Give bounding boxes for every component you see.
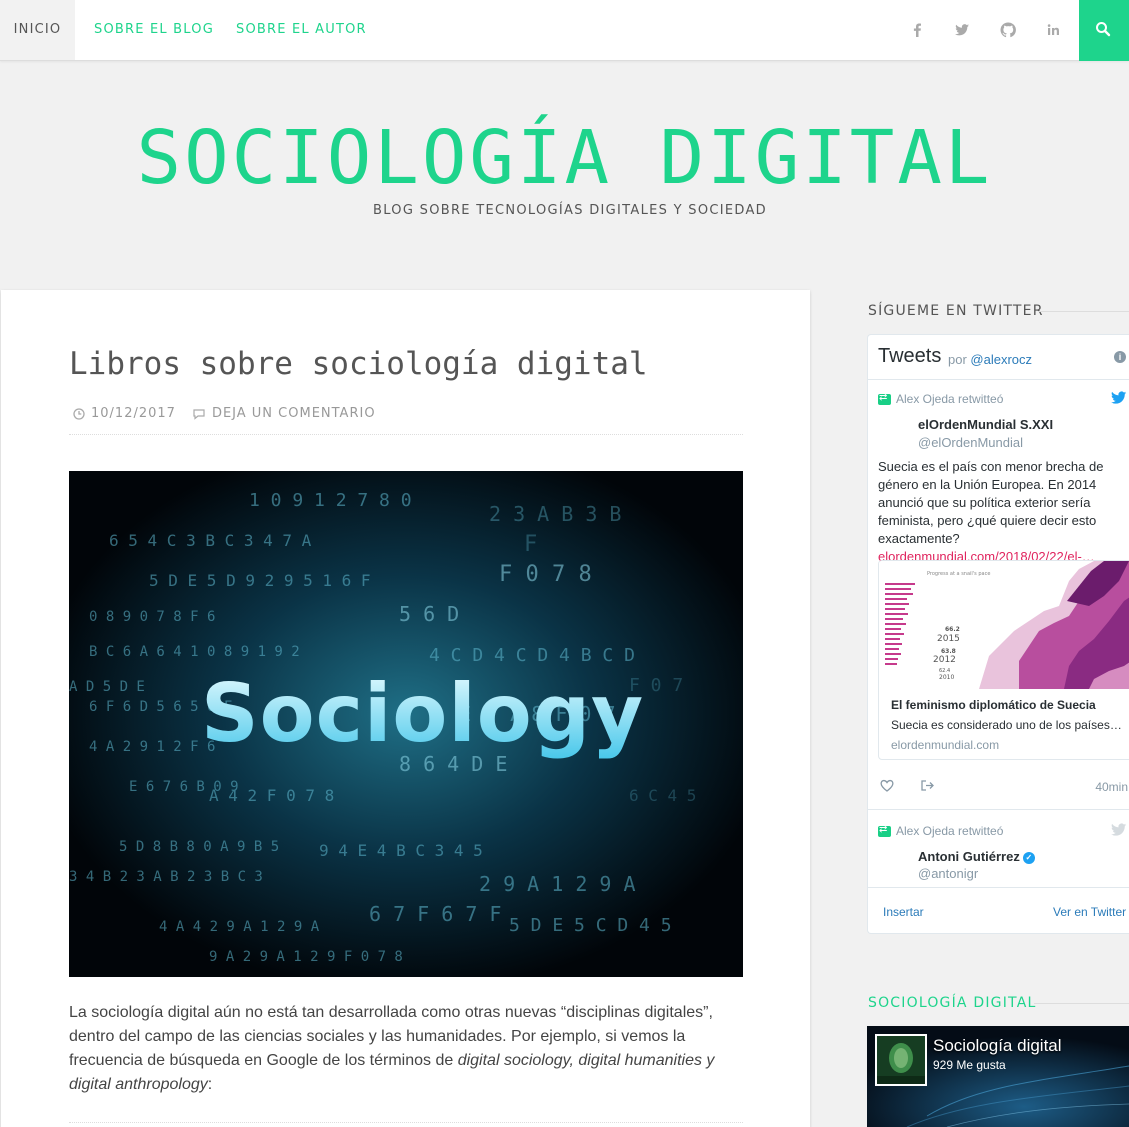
svg-text:2012: 2012: [933, 655, 956, 665]
tweets-heading: Tweets: [878, 345, 942, 367]
tweet-author-name[interactable]: elOrdenMundial S.XXI: [918, 417, 1053, 432]
svg-text:5 D E 5 C D 4 5: 5 D E 5 C D 4 5: [509, 915, 672, 936]
top-navigation: INICIO SOBRE EL BLOG SOBRE EL AUTOR: [0, 0, 1129, 61]
twitter-bird-icon[interactable]: [1111, 823, 1127, 837]
svg-text:F 0 7 8: F 0 7 8: [499, 562, 592, 587]
verified-badge-icon: ✓: [1022, 852, 1035, 864]
svg-text:5 6 D: 5 6 D: [399, 602, 459, 626]
svg-text:A D 5 D E: A D 5 D E: [69, 679, 145, 695]
tweets-by: por @alexrocz: [948, 352, 1033, 367]
nav-item-sobre-el-blog[interactable]: SOBRE EL BLOG: [78, 0, 230, 60]
svg-text:9 4 E 4 B C 3 4 5: 9 4 E 4 B C 3 4 5: [319, 841, 483, 860]
site-tagline: BLOG SOBRE TECNOLOGÍAS DIGITALES Y SOCIE…: [373, 203, 767, 218]
svg-text:2 3 A B 3 B: 2 3 A B 3 B: [489, 502, 621, 526]
post-title[interactable]: Libros sobre sociología digital: [69, 346, 648, 382]
svg-text:1 0 9 1 2 7 8 0: 1 0 9 1 2 7 8 0: [249, 490, 412, 511]
like-heart-icon[interactable]: [880, 779, 894, 792]
card-image: Progress at a snail's pace 66.2 2015 63.…: [879, 561, 1129, 689]
svg-text:5 D E 5 D 9 2 9 5 1 6 F: 5 D E 5 D 9 2 9 5 1 6 F: [149, 571, 371, 590]
tweet-timestamp[interactable]: 40min: [1095, 780, 1128, 794]
card-domain: elordenmundial.com: [891, 738, 1000, 752]
tweets-account-link[interactable]: @alexrocz: [970, 352, 1032, 367]
tweet-text: Suecia es el país con menor brecha de gé…: [878, 459, 1104, 564]
svg-text:4 A 4 2 9 A 1 2 9 A: 4 A 4 2 9 A 1 2 9 A: [159, 919, 320, 935]
tweet-author-name[interactable]: Antoni Gutiérrez ✓: [918, 849, 1035, 864]
view-on-twitter-link[interactable]: Ver en Twitter: [1053, 905, 1126, 919]
info-icon[interactable]: i: [1114, 351, 1126, 363]
card-title: El feminismo diplomático de Suecia: [891, 698, 1096, 712]
post-featured-image: 1 0 9 1 2 7 8 0 2 3 A B 3 B 6 5 4 C 3 B …: [69, 471, 743, 977]
post-article: Libros sobre sociología digital 10/12/20…: [1, 290, 810, 1127]
facebook-icon[interactable]: [905, 18, 929, 42]
svg-text:6 5 4 C 3 B C 3 4 7 A: 6 5 4 C 3 B C 3 4 7 A: [109, 531, 312, 550]
divider: [69, 1122, 743, 1123]
svg-text:2010: 2010: [939, 674, 954, 681]
comment-icon: [193, 408, 205, 420]
divider: [1034, 1003, 1129, 1004]
svg-text:2015: 2015: [937, 634, 960, 644]
svg-text:0 8 9 0 7 8 F 6: 0 8 9 0 7 8 F 6: [89, 609, 215, 625]
svg-text:63.8: 63.8: [941, 648, 956, 655]
facebook-widget-title: SOCIOLOGÍA DIGITAL: [868, 995, 1037, 1011]
github-icon[interactable]: [996, 18, 1020, 42]
post-body: La sociología digital aún no está tan de…: [69, 1004, 715, 1093]
svg-text:Progress at a snail's pace: Progress at a snail's pace: [927, 571, 990, 577]
twitter-icon[interactable]: [950, 18, 974, 42]
divider: [868, 887, 1129, 888]
twitter-timeline-header: Tweets por @alexrocz i: [868, 335, 1129, 380]
svg-text:B C 6 A 6 4 1 0 8 9 1 9 2: B C 6 A 6 4 1 0 8 9 1 9 2: [89, 644, 300, 660]
svg-text:6 7 F 6 7 F: 6 7 F 6 7 F: [369, 902, 501, 926]
svg-text:4 C D 4 C D 4 B C D: 4 C D 4 C D 4 B C D: [429, 645, 635, 666]
facebook-page-name[interactable]: Sociología digital: [933, 1036, 1062, 1056]
divider: [69, 434, 743, 435]
retweet-icon: [878, 824, 891, 837]
tweet-link-card[interactable]: Progress at a snail's pace 66.2 2015 63.…: [878, 560, 1129, 760]
embed-link[interactable]: Insertar: [883, 905, 924, 919]
retweet-label: Alex Ojeda retwitteó: [878, 392, 1003, 406]
post-comments-link[interactable]: DEJA UN COMENTARIO: [212, 406, 376, 421]
site-title[interactable]: SOCIOLOGÍA DIGITAL: [0, 115, 1129, 201]
svg-text:9 A 2 9 A 1 2 9 F 0 7 8: 9 A 2 9 A 1 2 9 F 0 7 8: [209, 949, 403, 965]
retweet-label: Alex Ojeda retwitteó: [878, 824, 1003, 838]
svg-text:6 C 4 5: 6 C 4 5: [629, 786, 696, 805]
retweet-icon: [878, 392, 891, 405]
post-date[interactable]: 10/12/2017: [91, 406, 176, 421]
tweet-actions: 40min: [878, 777, 1128, 797]
image-word: Sociology: [201, 667, 644, 760]
twitter-timeline[interactable]: Tweets por @alexrocz i Alex Ojeda retwit…: [867, 334, 1129, 934]
svg-text:4 A 2 9 1 2 F 6: 4 A 2 9 1 2 F 6: [89, 739, 215, 755]
card-description: Suecia es considerado uno de los países…: [891, 718, 1122, 732]
tweet-author-handle[interactable]: @antonigr: [918, 866, 978, 881]
clock-icon: [73, 407, 85, 420]
facebook-page-avatar[interactable]: [875, 1034, 927, 1086]
tweet-author-handle[interactable]: @elOrdenMundial: [918, 435, 1023, 450]
svg-text:A 4 2 F 0 7 8: A 4 2 F 0 7 8: [209, 786, 334, 805]
linkedin-icon[interactable]: [1041, 18, 1065, 42]
facebook-page-likes: 929 Me gusta: [933, 1058, 1006, 1072]
divider: [868, 809, 1129, 810]
share-icon[interactable]: [920, 779, 934, 792]
post-meta: 10/12/2017 DEJA UN COMENTARIO: [73, 406, 376, 421]
nav-item-sobre-el-autor[interactable]: SOBRE EL AUTOR: [220, 0, 383, 60]
svg-text:66.2: 66.2: [945, 626, 960, 633]
twitter-widget-title: SÍGUEME EN TWITTER: [868, 303, 1044, 319]
search-button[interactable]: [1079, 0, 1129, 61]
search-icon: [1096, 22, 1111, 37]
svg-text:F: F: [524, 532, 537, 557]
facebook-page-widget[interactable]: Sociología digital 929 Me gusta: [867, 1026, 1129, 1127]
twitter-bird-icon[interactable]: [1111, 391, 1127, 405]
svg-text:5 D 8 B 8 0 A 9 B 5: 5 D 8 B 8 0 A 9 B 5: [119, 839, 279, 855]
svg-text:3 4 B 2 3 A B 2 3 B C 3: 3 4 B 2 3 A B 2 3 B C 3: [69, 869, 263, 885]
nav-item-inicio[interactable]: INICIO: [0, 0, 75, 60]
divider: [1038, 311, 1129, 312]
svg-text:2 9 A 1 2 9 A: 2 9 A 1 2 9 A: [479, 872, 636, 896]
